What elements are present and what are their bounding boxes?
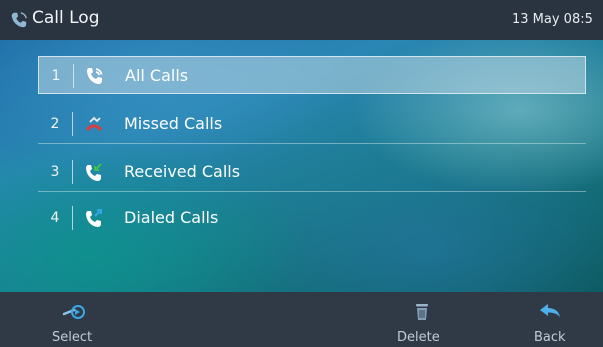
back-softkey[interactable]: Back [520,292,580,347]
missed-calls-icon [86,116,102,131]
row-separator [38,191,586,192]
menu-item-missed-calls[interactable]: 2 Missed Calls [38,105,586,144]
phone-icon [11,12,27,28]
select-softkey[interactable]: Select [40,292,100,347]
softkey-label: Back [534,330,566,345]
page-title: Call Log [32,8,100,28]
menu-item-label: Dialed Calls [124,208,219,227]
divider [72,112,73,136]
delete-softkey[interactable]: Delete [386,292,456,347]
menu-item-number: 1 [51,68,61,84]
divider [72,206,73,230]
menu-item-label: All Calls [125,66,189,85]
date-time: 13 May 08:5 [512,12,593,27]
select-arrow-icon [62,305,85,319]
all-calls-icon [87,68,103,84]
softkey-label: Select [52,330,93,345]
trash-icon [416,304,428,320]
menu-item-dialed-calls[interactable]: 4 Dialed Calls [38,199,586,237]
menu-item-all-calls[interactable]: 1 All Calls [38,56,586,94]
menu-item-label: Received Calls [124,162,241,181]
menu-item-number: 2 [50,116,60,132]
received-calls-icon [86,163,102,181]
title-bar: Call Log 13 May 08:5 [0,0,603,40]
divider [72,160,73,184]
menu-item-received-calls[interactable]: 3 Received Calls [38,153,586,192]
softkey-label: Delete [397,330,440,345]
menu-item-number: 3 [50,164,60,180]
softkey-bar: Select Delete Back [0,292,603,347]
call-log-menu: 1 All Calls 2 Missed Calls 3 Received Ca… [0,40,603,292]
phone-screen: Call Log 13 May 08:5 1 All Calls 2 Misse… [0,0,603,347]
row-separator [38,143,586,144]
dialed-calls-icon [86,209,102,227]
back-arrow-icon [540,304,560,317]
menu-item-label: Missed Calls [124,114,223,133]
menu-item-number: 4 [50,210,60,226]
divider [73,64,74,88]
